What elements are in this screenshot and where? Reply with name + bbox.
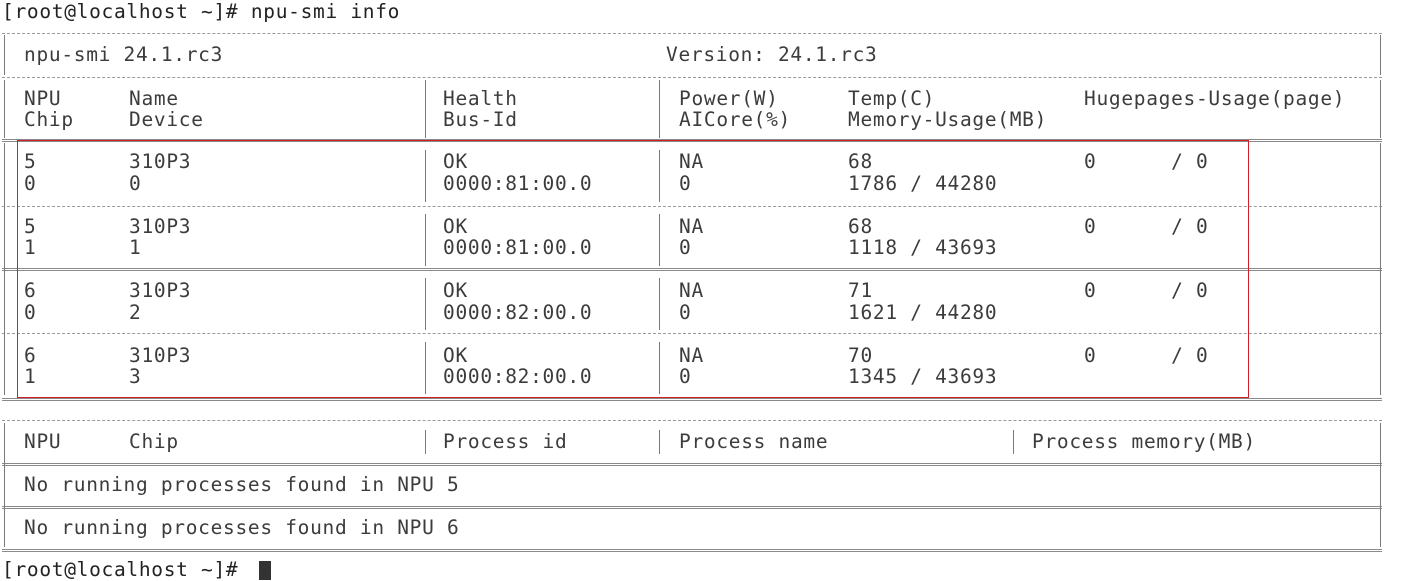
header-power: Power(W) bbox=[679, 87, 779, 110]
header-health: Health bbox=[443, 87, 518, 110]
border-left bbox=[4, 35, 5, 75]
process-header-npu: NPU bbox=[24, 430, 62, 453]
table-bottom bbox=[2, 398, 1382, 401]
process-message: No running processes found in NPU 5 bbox=[24, 473, 460, 496]
terminal-window[interactable]: [root@localhost ~]# npu-smi info npu-smi… bbox=[0, 0, 1402, 581]
header-memory-usage: Memory-Usage(MB) bbox=[848, 108, 1048, 131]
column-divider bbox=[659, 80, 660, 138]
header-device: Device bbox=[129, 108, 204, 131]
column-divider bbox=[1013, 430, 1014, 454]
process-row-separator bbox=[2, 506, 1382, 509]
border-right bbox=[1380, 80, 1381, 138]
header-bus-id: Bus-Id bbox=[443, 108, 518, 131]
tool-name: npu-smi 24.1.rc3 bbox=[24, 43, 224, 66]
border-right bbox=[1380, 143, 1381, 395]
shell-prompt: [root@localhost ~]# bbox=[2, 0, 251, 23]
header-aicore: AICore(%) bbox=[679, 108, 791, 131]
border-left bbox=[4, 143, 5, 395]
border-left bbox=[4, 80, 5, 138]
process-header-separator bbox=[2, 463, 1382, 466]
table-border-top bbox=[2, 33, 1382, 34]
column-divider bbox=[425, 430, 426, 454]
header-hugepages: Hugepages-Usage(page) bbox=[1084, 87, 1346, 110]
header-temp: Temp(C) bbox=[848, 87, 936, 110]
process-header-chip: Chip bbox=[129, 430, 179, 453]
table-separator bbox=[2, 77, 1382, 78]
process-table-bottom bbox=[2, 549, 1382, 552]
process-table-top bbox=[2, 420, 1382, 421]
header-npu: NPU bbox=[24, 87, 62, 110]
highlight-box bbox=[17, 140, 1249, 398]
border-right bbox=[1380, 35, 1381, 75]
column-divider bbox=[659, 430, 660, 454]
command-line: [root@localhost ~]# npu-smi info bbox=[2, 1, 400, 23]
process-header-id: Process id bbox=[443, 430, 568, 453]
process-header-memory: Process memory(MB) bbox=[1032, 430, 1256, 453]
header-chip: Chip bbox=[24, 108, 74, 131]
column-divider bbox=[425, 80, 426, 138]
border-left bbox=[4, 423, 5, 547]
terminal-cursor[interactable] bbox=[259, 561, 271, 580]
border-right bbox=[1380, 423, 1381, 547]
shell-prompt: [root@localhost ~]# bbox=[2, 558, 251, 581]
command-text: npu-smi info bbox=[250, 0, 401, 23]
process-header-name: Process name bbox=[679, 430, 829, 453]
process-message: No running processes found in NPU 6 bbox=[24, 516, 460, 539]
tool-version: Version: 24.1.rc3 bbox=[666, 43, 878, 66]
header-name: Name bbox=[129, 87, 179, 110]
